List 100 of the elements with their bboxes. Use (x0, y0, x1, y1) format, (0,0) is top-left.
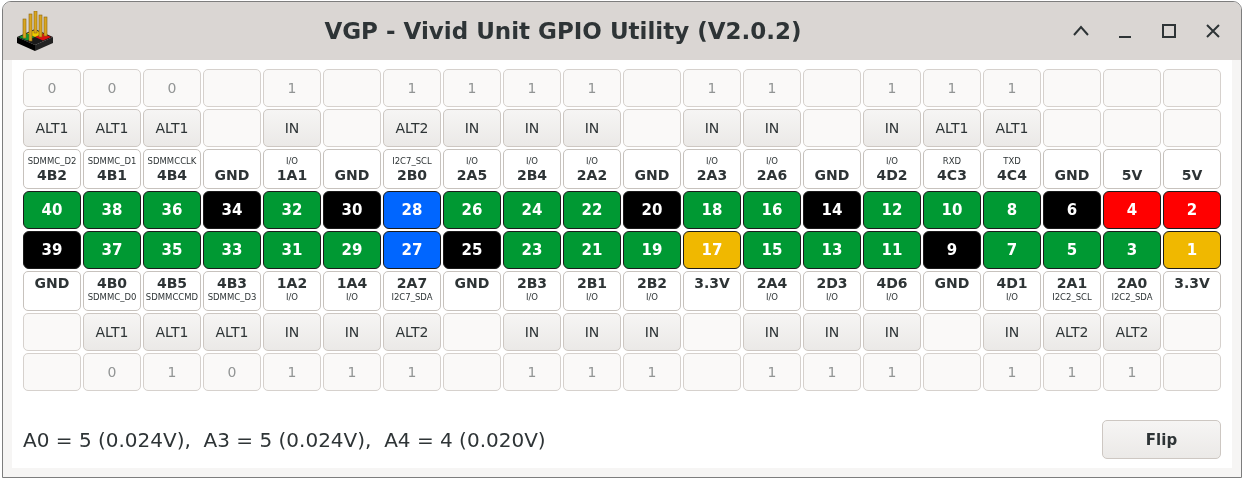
pin-name: 4B4 (156, 167, 188, 184)
mode-button[interactable]: IN (683, 109, 741, 147)
pin-number[interactable]: 7 (983, 231, 1041, 269)
value-button[interactable]: 1 (983, 69, 1041, 107)
pin-number[interactable]: 30 (323, 191, 381, 229)
pin-number[interactable]: 40 (23, 191, 81, 229)
value-button[interactable]: 1 (623, 353, 681, 391)
value-button[interactable]: 0 (83, 353, 141, 391)
value-button[interactable]: 1 (443, 69, 501, 107)
mode-button[interactable]: IN (263, 109, 321, 147)
mode-button[interactable]: IN (803, 313, 861, 351)
value-button[interactable]: 1 (983, 353, 1041, 391)
pin-number[interactable]: 6 (1043, 191, 1101, 229)
mode-button[interactable]: IN (983, 313, 1041, 351)
pin-number[interactable]: 3 (1103, 231, 1161, 269)
mode-button[interactable]: IN (563, 109, 621, 147)
mode-button[interactable]: ALT2 (383, 109, 441, 147)
pin-number[interactable]: 27 (383, 231, 441, 269)
value-button[interactable]: 1 (863, 353, 921, 391)
value-button[interactable]: 1 (923, 69, 981, 107)
pin-number[interactable]: 13 (803, 231, 861, 269)
pin-number[interactable]: 23 (503, 231, 561, 269)
mode-button[interactable]: ALT1 (143, 313, 201, 351)
mode-button[interactable]: ALT1 (83, 109, 141, 147)
mode-button[interactable]: ALT2 (1043, 313, 1101, 351)
pin-number[interactable]: 18 (683, 191, 741, 229)
pin-number[interactable]: 21 (563, 231, 621, 269)
value-button[interactable]: 1 (1043, 353, 1101, 391)
mode-button[interactable]: IN (623, 313, 681, 351)
value-button[interactable]: 1 (563, 69, 621, 107)
pin-number[interactable]: 38 (83, 191, 141, 229)
pin-number[interactable]: 9 (923, 231, 981, 269)
pin-number[interactable]: 24 (503, 191, 561, 229)
mode-button[interactable]: IN (563, 313, 621, 351)
pin-number[interactable]: 22 (563, 191, 621, 229)
mode-button[interactable]: IN (863, 313, 921, 351)
mode-button[interactable]: IN (503, 109, 561, 147)
flip-button[interactable]: Flip (1102, 420, 1221, 459)
pin-number[interactable]: 14 (803, 191, 861, 229)
pin-number[interactable]: 25 (443, 231, 501, 269)
pin-name: 2B0 (396, 167, 428, 184)
pin-number[interactable]: 16 (743, 191, 801, 229)
value-button[interactable]: 1 (383, 353, 441, 391)
value-button[interactable]: 1 (743, 353, 801, 391)
pin-number[interactable]: 20 (623, 191, 681, 229)
pin-number[interactable]: 32 (263, 191, 321, 229)
pin-number[interactable]: 28 (383, 191, 441, 229)
value-button[interactable]: 1 (263, 69, 321, 107)
mode-button[interactable]: IN (743, 109, 801, 147)
mode-button[interactable]: ALT1 (23, 109, 81, 147)
value-button[interactable]: 1 (263, 353, 321, 391)
pin-number[interactable]: 12 (863, 191, 921, 229)
value-button[interactable]: 1 (683, 69, 741, 107)
pin-number[interactable]: 10 (923, 191, 981, 229)
mode-button[interactable]: IN (323, 313, 381, 351)
value-button[interactable]: 1 (743, 69, 801, 107)
pin-number[interactable]: 31 (263, 231, 321, 269)
value-button[interactable]: 0 (143, 69, 201, 107)
value-button[interactable]: 1 (323, 353, 381, 391)
pin-number[interactable]: 29 (323, 231, 381, 269)
pin-name: 4C4 (997, 167, 1027, 184)
pin-number[interactable]: 35 (143, 231, 201, 269)
value-button[interactable]: 1 (143, 353, 201, 391)
pin-number[interactable]: 5 (1043, 231, 1101, 269)
pin-number[interactable]: 34 (203, 191, 261, 229)
pin-number[interactable]: 2 (1163, 191, 1221, 229)
value-button[interactable]: 0 (83, 69, 141, 107)
pin-number[interactable]: 4 (1103, 191, 1161, 229)
mode-button[interactable]: IN (863, 109, 921, 147)
pin-number[interactable]: 8 (983, 191, 1041, 229)
mode-button[interactable]: ALT1 (203, 313, 261, 351)
value-button[interactable]: 0 (203, 353, 261, 391)
mode-button[interactable]: IN (263, 313, 321, 351)
value-button[interactable]: 1 (1103, 353, 1161, 391)
pin-number[interactable]: 15 (743, 231, 801, 269)
value-button[interactable]: 1 (863, 69, 921, 107)
value-button[interactable]: 1 (503, 69, 561, 107)
maximize-icon[interactable] (1159, 21, 1179, 41)
value-button[interactable]: 1 (803, 353, 861, 391)
mode-button[interactable]: ALT2 (1103, 313, 1161, 351)
value-button[interactable]: 0 (23, 69, 81, 107)
value-button[interactable]: 1 (503, 353, 561, 391)
mode-button[interactable]: IN (743, 313, 801, 351)
mode-button[interactable]: ALT2 (383, 313, 441, 351)
mode-button[interactable]: ALT1 (923, 109, 981, 147)
mode-button[interactable]: ALT1 (143, 109, 201, 147)
value-button[interactable]: 1 (563, 353, 621, 391)
mode-button[interactable]: ALT1 (983, 109, 1041, 147)
mode-button[interactable]: ALT1 (83, 313, 141, 351)
pin-name: GND (934, 275, 970, 292)
pin-number[interactable]: 39 (23, 231, 81, 269)
pin-number[interactable]: 37 (83, 231, 141, 269)
pin-number[interactable]: 19 (623, 231, 681, 269)
pin-number[interactable]: 11 (863, 231, 921, 269)
pin-number[interactable]: 33 (203, 231, 261, 269)
pin-number[interactable]: 36 (143, 191, 201, 229)
mode-button[interactable]: IN (503, 313, 561, 351)
value-button[interactable]: 1 (383, 69, 441, 107)
pin-number[interactable]: 26 (443, 191, 501, 229)
mode-button[interactable]: IN (443, 109, 501, 147)
